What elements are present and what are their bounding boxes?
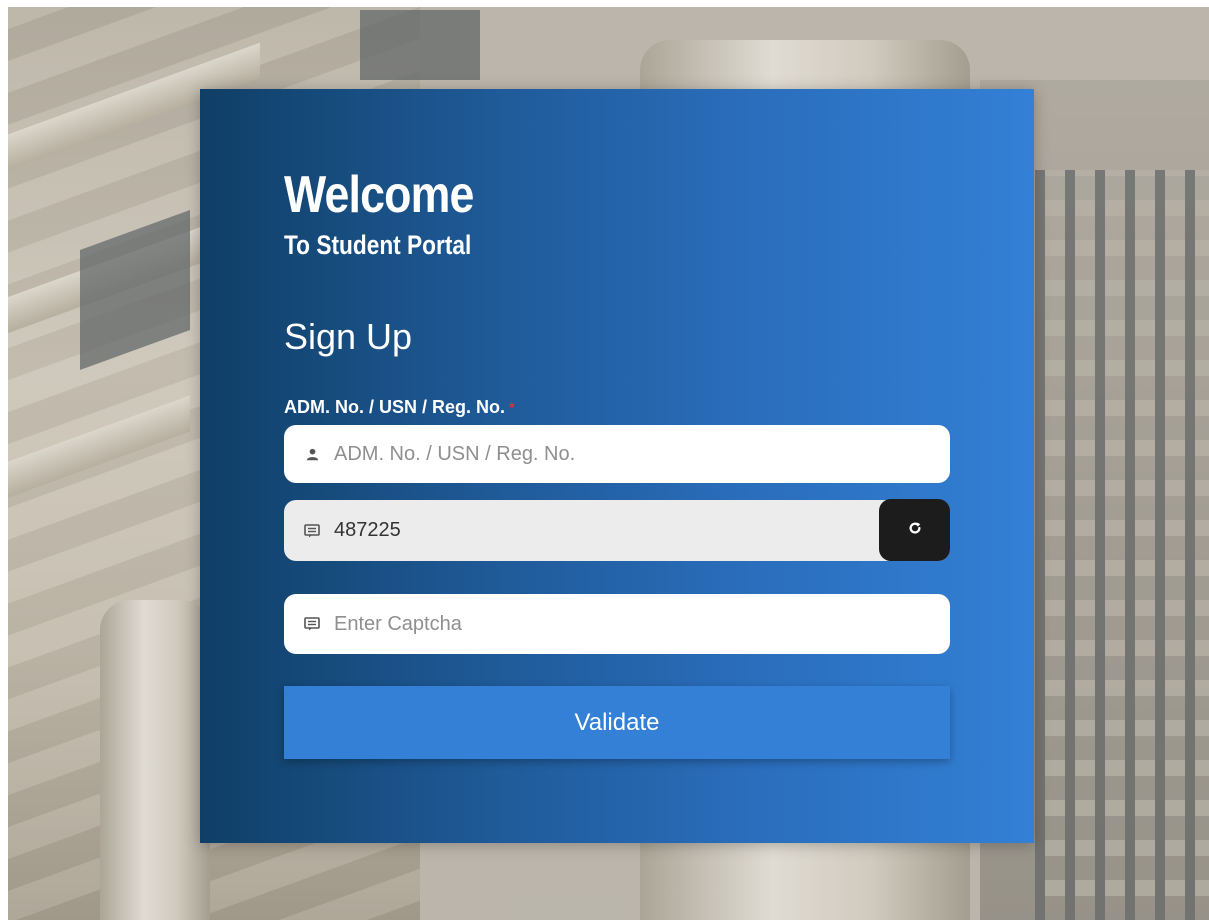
captcha-display-field: 487225 — [284, 500, 950, 561]
adm-field-label-text: ADM. No. / USN / Reg. No. — [284, 397, 506, 417]
captcha-placeholder: Enter Captcha — [334, 612, 462, 635]
portal-subtitle: To Student Portal — [284, 230, 472, 260]
refresh-captcha-button[interactable] — [879, 499, 950, 561]
message-icon — [304, 616, 320, 632]
captcha-code: 487225 — [334, 519, 401, 541]
form-title: Sign Up — [284, 316, 413, 357]
user-icon — [304, 446, 320, 462]
adm-number-input[interactable]: ADM. No. / USN / Reg. No. — [284, 425, 950, 483]
message-icon — [304, 523, 320, 539]
adm-field-label: ADM. No. / USN / Reg. No. * — [284, 396, 514, 418]
validate-button[interactable]: Validate — [284, 686, 950, 759]
page-edge — [0, 0, 1209, 7]
adm-number-placeholder: ADM. No. / USN / Reg. No. — [334, 442, 576, 465]
signup-card: Welcome To Student Portal Sign Up ADM. N… — [200, 89, 1034, 843]
welcome-heading: Welcome — [284, 166, 474, 224]
page-edge — [0, 0, 8, 920]
captcha-input[interactable]: Enter Captcha — [284, 594, 950, 654]
required-marker: * — [509, 399, 515, 415]
refresh-icon — [908, 521, 922, 540]
